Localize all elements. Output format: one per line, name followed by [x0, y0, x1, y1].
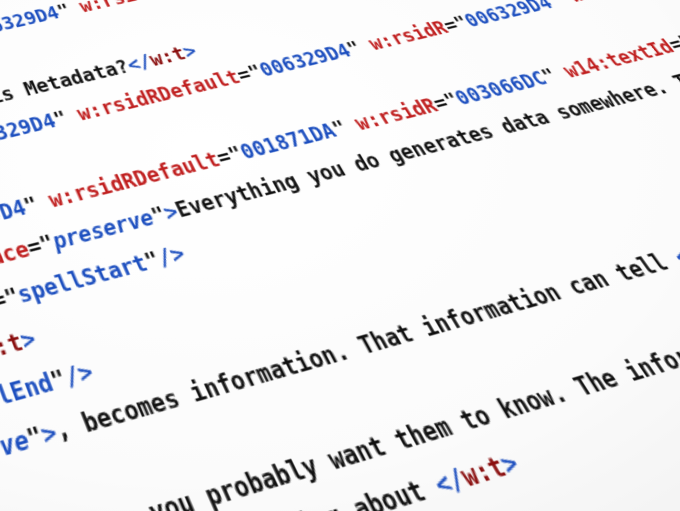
- code-surface: adata Do?</w:t> "006329D4" soft Document…: [0, 0, 680, 511]
- xml-code-3d-view: adata Do?</w:t> "006329D4" soft Document…: [0, 0, 680, 511]
